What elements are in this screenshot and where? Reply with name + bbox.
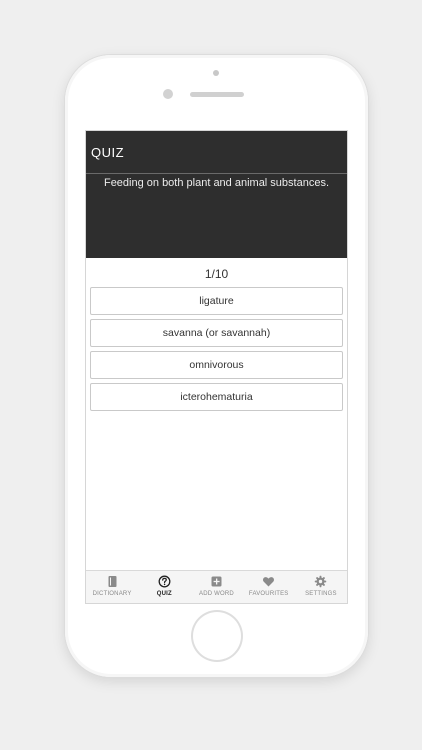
answer-option-4[interactable]: icterohematuria xyxy=(90,383,343,411)
gear-icon xyxy=(315,575,327,588)
front-camera xyxy=(163,89,173,99)
tab-dictionary[interactable]: DICTIONARY xyxy=(86,571,138,603)
quiz-header: QUIZ Feeding on both plant and animal su… xyxy=(86,131,347,258)
plus-square-icon xyxy=(211,576,222,587)
tab-add-word[interactable]: ADD WORD xyxy=(190,571,242,603)
answer-option-2[interactable]: savanna (or savannah) xyxy=(90,319,343,347)
tab-label: DICTIONARY xyxy=(92,591,132,597)
question-circle-icon xyxy=(158,575,171,588)
tab-label: SETTINGS xyxy=(305,591,337,597)
tab-bar: DICTIONARY QUIZ ADD WORD FAVOURITES SETT… xyxy=(86,570,347,603)
front-sensor xyxy=(213,70,219,76)
earpiece-speaker xyxy=(190,92,244,97)
tab-label: QUIZ xyxy=(156,591,172,597)
tab-quiz[interactable]: QUIZ xyxy=(138,571,190,603)
answer-option-1[interactable]: ligature xyxy=(90,287,343,315)
answer-options: ligature savanna (or savannah) omnivorou… xyxy=(86,287,347,411)
quiz-question: Feeding on both plant and animal substan… xyxy=(103,177,330,189)
tab-label: FAVOURITES xyxy=(248,591,289,597)
quiz-progress: 1/10 xyxy=(204,267,229,281)
app-screen: QUIZ Feeding on both plant and animal su… xyxy=(85,130,348,604)
tab-settings[interactable]: SETTINGS xyxy=(295,571,347,603)
tab-label: ADD WORD xyxy=(199,591,234,597)
header-divider xyxy=(86,173,347,174)
home-button[interactable] xyxy=(193,612,241,660)
answer-option-3[interactable]: omnivorous xyxy=(90,351,343,379)
page-title: QUIZ xyxy=(91,145,125,160)
heart-icon xyxy=(263,577,275,587)
tab-favourites[interactable]: FAVOURITES xyxy=(243,571,295,603)
book-icon xyxy=(108,576,117,587)
